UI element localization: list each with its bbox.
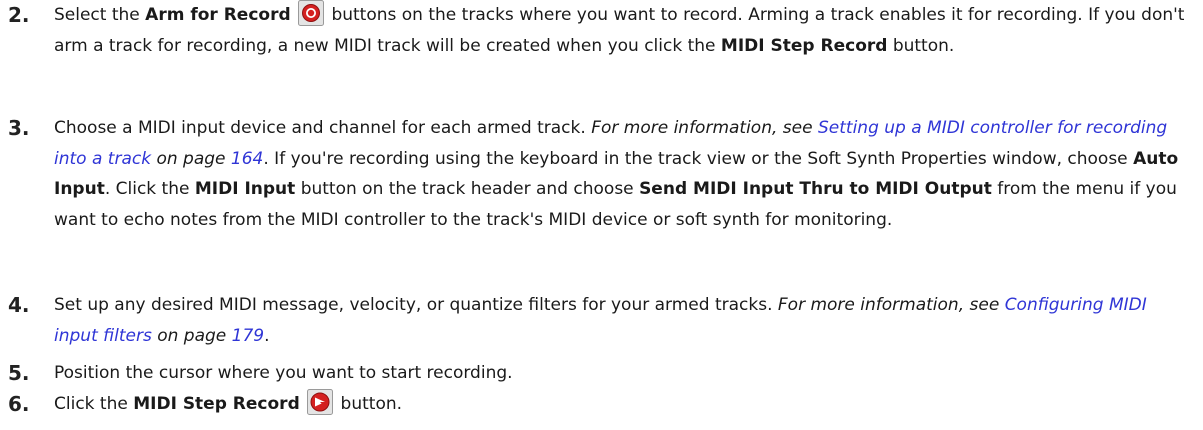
step-number: 4.: [8, 293, 30, 317]
italic-text: For more information, see: [777, 295, 1005, 315]
step-number: 6.: [8, 392, 30, 416]
step-2: 2. Select the Arm for Record buttons on …: [0, 0, 1187, 61]
text-run: Click the: [54, 394, 134, 414]
text-run: button.: [335, 394, 403, 414]
page-link-164[interactable]: 164: [231, 149, 263, 169]
page-link-179[interactable]: 179: [232, 326, 264, 346]
text-run: Set up any desired MIDI message, velocit…: [54, 295, 778, 315]
bold-term: Arm for Record: [145, 5, 291, 25]
instruction-steps: 2. Select the Arm for Record buttons on …: [0, 0, 1203, 430]
bold-term: MIDI Input: [194, 179, 296, 199]
italic-text: on page: [151, 148, 231, 169]
text-run: Select the: [54, 5, 146, 25]
arm-for-record-icon[interactable]: [298, 0, 325, 26]
bold-term: Send MIDI Input Thru to MIDI Output: [639, 179, 992, 199]
step-number: 2.: [8, 3, 30, 27]
italic-text: on page: [151, 325, 232, 346]
step-text: Click the MIDI Step Record button.: [54, 389, 1187, 420]
bold-term: MIDI Step Record: [133, 394, 300, 414]
bold-term: MIDI Step Record: [720, 35, 888, 56]
step-3: 3. Choose a MIDI input device and channe…: [0, 113, 1187, 235]
step-5: 5. Position the cursor where you want to…: [0, 358, 1187, 389]
italic-text: For more information, see: [591, 118, 818, 138]
text-run: Choose a MIDI input device and channel f…: [54, 118, 592, 138]
text-run: button on the track header and choose: [295, 179, 640, 199]
step-6: 6. Click the MIDI Step Record button.: [0, 389, 1187, 420]
step-number: 5.: [8, 361, 30, 385]
step-text: Select the Arm for Record buttons on the…: [54, 0, 1187, 61]
midi-step-record-icon[interactable]: [307, 389, 334, 415]
text-run: button.: [887, 35, 955, 56]
step-number: 3.: [8, 116, 30, 140]
step-text: Position the cursor where you want to st…: [54, 358, 1187, 389]
step-4: 4. Set up any desired MIDI message, velo…: [0, 290, 1187, 351]
step-text: Choose a MIDI input device and channel f…: [54, 113, 1187, 235]
text-run: . If you're recording using the keyboard…: [263, 148, 1134, 169]
text-run: . Click the: [104, 179, 195, 199]
text-run: .: [264, 325, 270, 346]
step-text: Set up any desired MIDI message, velocit…: [54, 290, 1187, 351]
text-run: Position the cursor where you want to st…: [54, 363, 513, 383]
